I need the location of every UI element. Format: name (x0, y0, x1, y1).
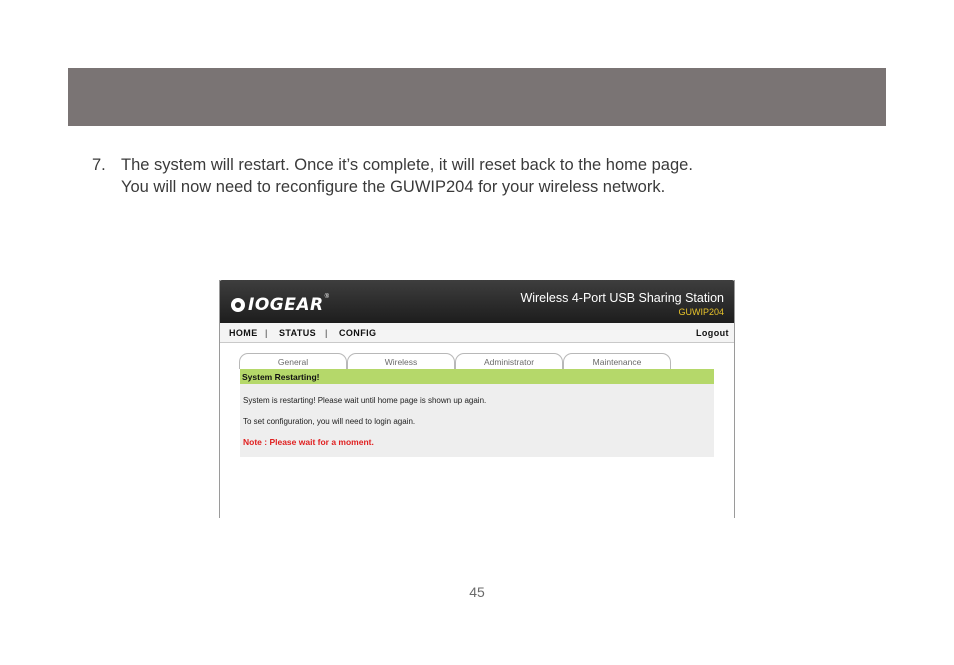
step-text-line-1: The system will restart. Once it’s compl… (121, 156, 693, 174)
screenshot-right-border (734, 280, 735, 518)
iogear-logo-icon (231, 298, 245, 312)
login-again-message: To set configuration, you will need to l… (243, 417, 416, 426)
restart-message: System is restarting! Please wait until … (243, 396, 487, 405)
wait-note: Note : Please wait for a moment. (243, 437, 374, 447)
iogear-logo: IOGEAR ® (231, 294, 329, 316)
tab-maintenance[interactable]: Maintenance (563, 353, 671, 369)
nav-logout[interactable]: Logout (696, 328, 729, 338)
restart-panel: System Restarting! System is restarting!… (240, 369, 714, 457)
nav-config[interactable]: CONFIG (339, 328, 376, 338)
nav-home[interactable]: HOME (229, 328, 258, 338)
step-text-line-2: You will now need to reconfigure the GUW… (121, 178, 666, 196)
page-number: 45 (469, 584, 485, 600)
step-number: 7. (92, 156, 106, 174)
top-nav: HOME | STATUS | CONFIG Logout (219, 323, 735, 343)
instruction-step: 7. The system will restart. Once it’s co… (92, 154, 852, 198)
panel-heading: System Restarting! (240, 369, 714, 384)
screenshot-left-border (219, 280, 220, 518)
nav-status[interactable]: STATUS (279, 328, 316, 338)
nav-separator: | (325, 328, 328, 338)
top-banner-bar (68, 68, 886, 126)
tab-general[interactable]: General (239, 353, 347, 369)
router-header: IOGEAR ® Wireless 4-Port USB Sharing Sta… (219, 280, 735, 323)
tab-administrator[interactable]: Administrator (455, 353, 563, 369)
nav-separator: | (265, 328, 268, 338)
registered-mark: ® (324, 294, 330, 300)
product-title: Wireless 4-Port USB Sharing Station (520, 291, 724, 305)
product-model: GUWIP204 (678, 307, 724, 317)
tab-wireless[interactable]: Wireless (347, 353, 455, 369)
logo-text: IOGEAR (248, 295, 324, 315)
router-ui-screenshot: IOGEAR ® Wireless 4-Port USB Sharing Sta… (219, 280, 735, 518)
config-tabs: General Wireless Administrator Maintenan… (239, 353, 671, 369)
